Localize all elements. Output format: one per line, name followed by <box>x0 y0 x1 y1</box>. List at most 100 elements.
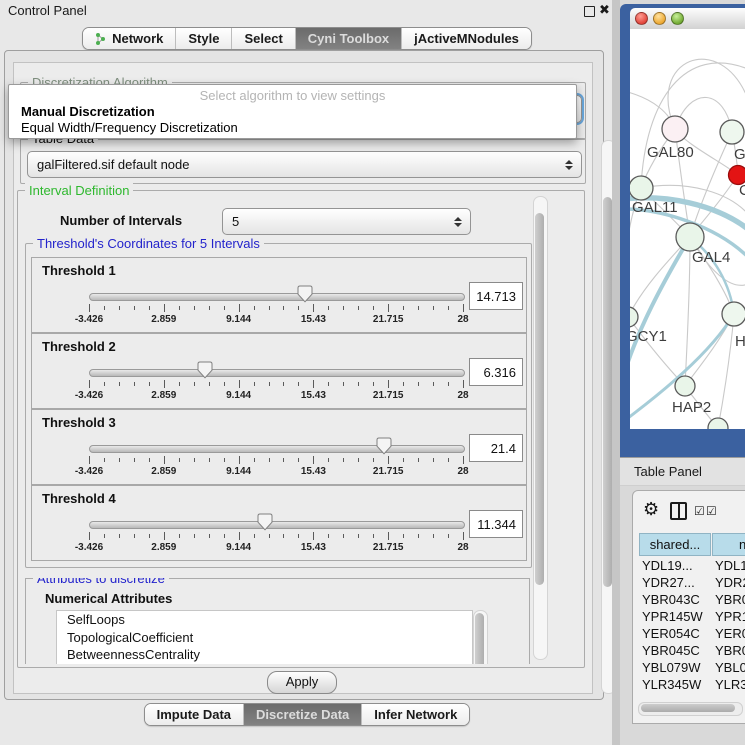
tab-label: Impute Data <box>157 707 231 722</box>
panel-title: Control Panel <box>8 3 87 18</box>
threshold-value-field[interactable]: 11.344 <box>469 510 523 538</box>
attributes-group: Attributes to discretize Numerical Attri… <box>25 578 530 664</box>
close-icon[interactable]: ✖ <box>599 2 610 18</box>
table-panel-title: Table Panel <box>634 464 702 479</box>
zoom-traffic-light-icon[interactable] <box>671 12 684 25</box>
table-row[interactable]: YBR043CYBR0 <box>639 591 745 608</box>
checkbox-checked-icon[interactable]: ☑ <box>694 504 705 518</box>
table-horizontal-scrollbar[interactable] <box>638 702 743 716</box>
tab-discretize-data[interactable]: Discretize Data <box>243 704 361 725</box>
columns-icon[interactable] <box>670 502 687 520</box>
node-label-gal4: GAL4 <box>692 249 730 266</box>
attribute-item-selfloops[interactable]: SelfLoops <box>57 611 472 629</box>
tick-label: 9.144 <box>226 542 251 553</box>
table-row[interactable]: YDR27...YDR2 <box>639 574 745 591</box>
tick-label: 9.144 <box>226 466 251 477</box>
tick-label: 28 <box>457 542 468 553</box>
threshold-value-field[interactable]: 21.4 <box>469 434 523 462</box>
float-window-icon[interactable] <box>584 6 595 17</box>
tick-label: 2.859 <box>151 314 176 325</box>
table-data-select[interactable]: galFiltered.sif default node <box>27 151 582 178</box>
slider-handle-icon[interactable] <box>257 513 273 531</box>
num-intervals-label: Number of Intervals <box>60 213 182 228</box>
slider-rail[interactable] <box>89 445 465 453</box>
node-top-right <box>720 120 744 144</box>
node-label-hap2: HAP2 <box>672 399 711 416</box>
numerical-attributes-label: Numerical Attributes <box>45 591 172 606</box>
num-intervals-select[interactable]: 5 <box>222 208 471 235</box>
attribute-item-topologicalcoefficient[interactable]: TopologicalCoefficient <box>57 629 472 647</box>
column-header-name[interactable]: na <box>712 533 745 556</box>
network-icon <box>95 32 107 46</box>
checkbox-checked-icon[interactable]: ☑ <box>706 504 717 518</box>
tick-label: 9.144 <box>226 314 251 325</box>
slider-handle-icon[interactable] <box>297 285 313 303</box>
slider-rail[interactable] <box>89 521 465 529</box>
panel-divider[interactable] <box>612 0 620 745</box>
slider-tick-labels: -3.4262.8599.14415.4321.71528 <box>89 542 463 554</box>
tick-label: 28 <box>457 390 468 401</box>
slider-handle-icon[interactable] <box>197 361 213 379</box>
slider-rail[interactable] <box>89 293 465 301</box>
combo-arrows-icon <box>450 217 466 227</box>
tick-label: 15.43 <box>301 390 326 401</box>
node-label-gal11: GAL11 <box>632 199 678 216</box>
threshold-panel: Threshold 4 11.344 -3.4262.8599.14415.43… <box>31 485 527 561</box>
slider-rail[interactable] <box>89 369 465 377</box>
node-label-h: H <box>735 333 745 350</box>
table-rows: YDL19...YDL1YDR27...YDR2YBR043CYBR0YPR14… <box>639 557 745 693</box>
threshold-label: Threshold 1 <box>42 263 116 278</box>
control-panel: Control Panel ✖ NetworkStyleSelectCyni T… <box>0 0 614 745</box>
node-table: shared... na YDL19...YDL1YDR27...YDR2YBR… <box>639 533 745 693</box>
node-label-c: C <box>739 182 745 199</box>
tab-cyni-toolbox[interactable]: Cyni Toolbox <box>295 28 401 49</box>
tab-label: Discretize Data <box>256 707 349 722</box>
tick-label: -3.426 <box>75 542 103 553</box>
tab-jactivemnodules[interactable]: jActiveMNodules <box>401 28 531 49</box>
apply-button[interactable]: Apply <box>267 671 337 694</box>
tab-network[interactable]: Network <box>83 28 175 49</box>
thresholds-title: Threshold's Coordinates for 5 Intervals <box>33 236 264 251</box>
column-header-shared-name[interactable]: shared... <box>639 533 711 556</box>
slider-ticks <box>89 304 463 313</box>
table-row[interactable]: YLR345WYLR3 <box>639 676 745 693</box>
threshold-label: Threshold 2 <box>42 339 116 354</box>
node-hap2 <box>675 376 695 396</box>
table-row[interactable]: YBL079WYBL0 <box>639 659 745 676</box>
threshold-value-field[interactable]: 6.316 <box>469 358 523 386</box>
tick-label: 21.715 <box>373 466 404 477</box>
tick-label: 9.144 <box>226 390 251 401</box>
tab-infer-network[interactable]: Infer Network <box>361 704 469 725</box>
attributes-scrollbar[interactable] <box>473 610 488 664</box>
slider-tick-labels: -3.4262.8599.14415.4321.71528 <box>89 390 463 402</box>
close-traffic-light-icon[interactable] <box>635 12 648 25</box>
tab-impute-data[interactable]: Impute Data <box>145 704 243 725</box>
slider-handle-icon[interactable] <box>376 437 392 455</box>
gear-icon[interactable]: ⚙ <box>643 499 659 520</box>
tick-label: -3.426 <box>75 466 103 477</box>
table-row[interactable]: YBR045CYBR0 <box>639 642 745 659</box>
attribute-item-betweennesscentrality[interactable]: BetweennessCentrality <box>57 646 472 664</box>
minimize-traffic-light-icon[interactable] <box>653 12 666 25</box>
algorithm-option-manual[interactable]: Manual Discretization <box>9 103 576 119</box>
attributes-list[interactable]: SelfLoopsTopologicalCoefficientBetweenne… <box>56 610 473 664</box>
tick-label: 21.715 <box>373 542 404 553</box>
tab-select[interactable]: Select <box>231 28 294 49</box>
table-row[interactable]: YDL19...YDL1 <box>639 557 745 574</box>
tick-label: 28 <box>457 466 468 477</box>
network-canvas[interactable]: GAL80GACGAL11GAL4GCY1HHAP2 <box>630 29 745 429</box>
tab-style[interactable]: Style <box>175 28 231 49</box>
node-label-gal80: GAL80 <box>647 144 694 161</box>
table-row[interactable]: YER054CYER0 <box>639 625 745 642</box>
node-gcy1 <box>630 307 638 327</box>
tick-label: 2.859 <box>151 466 176 477</box>
tick-label: 15.43 <box>301 314 326 325</box>
node-gal80 <box>662 116 688 142</box>
table-row[interactable]: YPR145WYPR1 <box>639 608 745 625</box>
node-label-ga: GA <box>734 146 745 163</box>
network-window-titlebar[interactable] <box>630 8 745 30</box>
algorithm-option-equal-width[interactable]: Equal Width/Frequency Discretization <box>9 119 576 135</box>
tick-label: 2.859 <box>151 390 176 401</box>
threshold-value-field[interactable]: 14.713 <box>469 282 523 310</box>
node-gal11 <box>630 176 653 200</box>
